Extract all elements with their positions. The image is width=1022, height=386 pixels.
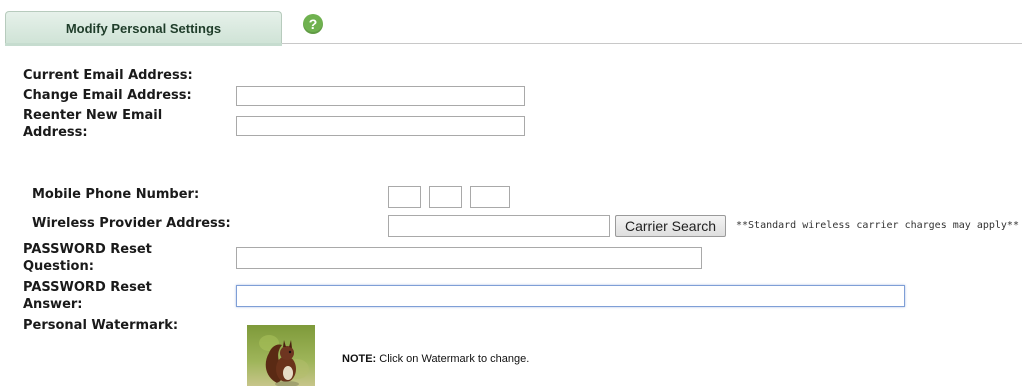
watermark-image[interactable] bbox=[247, 325, 315, 386]
carrier-search-label: Carrier Search bbox=[624, 218, 717, 234]
carrier-charges-note: **Standard wireless carrier charges may … bbox=[736, 220, 1019, 231]
tab-divider bbox=[282, 43, 1022, 44]
watermark-note: NOTE: Click on Watermark to change. bbox=[342, 353, 529, 365]
password-answer-input[interactable] bbox=[236, 285, 905, 307]
tab-label: Modify Personal Settings bbox=[65, 20, 222, 36]
label-reenter-email: Reenter New Email Address: bbox=[23, 108, 163, 140]
label-mobile-phone: Mobile Phone Number: bbox=[32, 187, 200, 202]
label-personal-watermark: Personal Watermark: bbox=[23, 318, 179, 333]
help-icon[interactable]: ? bbox=[303, 14, 323, 34]
carrier-search-button[interactable]: Carrier Search bbox=[615, 215, 726, 237]
label-current-email: Current Email Address: bbox=[23, 68, 193, 83]
wireless-provider-input[interactable] bbox=[388, 215, 610, 237]
label-change-email: Change Email Address: bbox=[23, 88, 192, 103]
squirrel-image bbox=[247, 325, 315, 386]
change-email-input[interactable] bbox=[236, 86, 525, 106]
tab-underline bbox=[5, 43, 282, 46]
label-password-answer: PASSWORD Reset Answer: bbox=[23, 280, 152, 312]
watermark-note-text: Click on Watermark to change. bbox=[376, 353, 530, 365]
phone-line-input[interactable] bbox=[470, 186, 510, 208]
password-question-input[interactable] bbox=[236, 247, 702, 269]
help-icon-glyph: ? bbox=[308, 16, 318, 32]
watermark-note-bold: NOTE: bbox=[342, 353, 377, 365]
label-password-question: PASSWORD Reset Question: bbox=[23, 242, 152, 274]
label-wireless-provider: Wireless Provider Address: bbox=[32, 216, 231, 231]
tab-modify-personal-settings[interactable]: Modify Personal Settings bbox=[5, 11, 282, 44]
phone-area-code-input[interactable] bbox=[388, 186, 421, 208]
phone-prefix-input[interactable] bbox=[429, 186, 462, 208]
reenter-email-input[interactable] bbox=[236, 116, 525, 136]
